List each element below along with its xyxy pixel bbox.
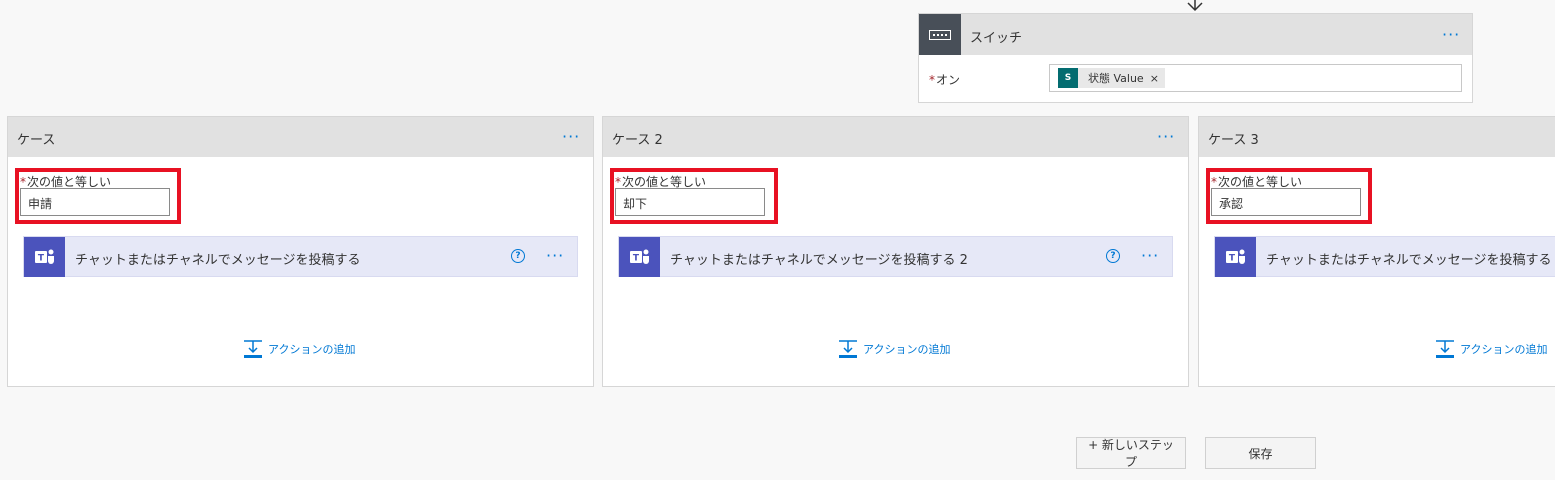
switch-header[interactable]: スイッチ ··· <box>919 14 1472 55</box>
case-title: ケース 2 <box>612 133 663 148</box>
token-label: 状態 Value <box>1088 72 1144 85</box>
teams-icon: T <box>24 237 65 277</box>
add-action-button[interactable]: アクションの追加 <box>838 339 950 359</box>
case-header[interactable]: ケース 2 ··· <box>603 117 1188 157</box>
teams-action-card[interactable]: T チャットまたはチャネルでメッセージを投稿する 2 ? ··· <box>618 236 1173 277</box>
switch-more-button[interactable]: ··· <box>1442 27 1460 43</box>
add-action-icon <box>244 340 262 358</box>
teams-action-card[interactable]: T チャットまたはチャネルでメッセージを投稿する ? ··· <box>23 236 578 277</box>
case-card-1[interactable]: ケース ··· *次の値と等しい 申請 T チャットまたはチャネルでメッセージを… <box>7 116 594 387</box>
switch-on-label-text: オン <box>936 73 961 87</box>
case-header[interactable]: ケース 3 <box>1199 117 1555 157</box>
required-marker: * <box>929 73 935 87</box>
switch-on-input[interactable]: S 状態 Value × <box>1049 64 1462 92</box>
case-title: ケース <box>17 133 56 148</box>
case-more-button[interactable]: ··· <box>562 129 580 145</box>
add-action-label: アクションの追加 <box>268 343 356 356</box>
action-more-button[interactable]: ··· <box>546 248 564 264</box>
add-action-button[interactable]: アクションの追加 <box>1435 339 1547 359</box>
teams-icon: T <box>619 237 660 277</box>
action-title: チャットまたはチャネルでメッセージを投稿する <box>75 253 361 268</box>
switch-on-label: *オン <box>929 71 960 88</box>
sharepoint-icon: S <box>1058 68 1078 88</box>
add-action-button[interactable]: アクションの追加 <box>243 339 355 359</box>
required-marker: * <box>20 175 26 189</box>
dynamic-token[interactable]: S 状態 Value × <box>1058 68 1165 88</box>
token-remove-button[interactable]: × <box>1150 72 1159 85</box>
new-step-button[interactable]: + 新しいステップ <box>1076 437 1186 469</box>
add-action-label: アクションの追加 <box>863 343 951 356</box>
case-more-button[interactable]: ··· <box>1157 129 1175 145</box>
case-card-3[interactable]: ケース 3 *次の値と等しい 承認 T チャットまたはチャネルでメッセージを投稿… <box>1198 116 1555 387</box>
add-action-icon <box>839 340 857 358</box>
svg-text:T: T <box>37 254 44 264</box>
add-action-label: アクションの追加 <box>1460 343 1548 356</box>
required-marker: * <box>1211 175 1217 189</box>
svg-text:T: T <box>632 254 639 264</box>
switch-title: スイッチ <box>970 31 1023 46</box>
case-title: ケース 3 <box>1208 133 1259 148</box>
help-icon[interactable]: ? <box>1106 249 1120 263</box>
switch-card[interactable]: スイッチ ··· *オン S 状態 Value × <box>918 13 1473 103</box>
teams-action-card[interactable]: T チャットまたはチャネルでメッセージを投稿する <box>1214 236 1555 277</box>
field-label-text: 次の値と等しい <box>1218 175 1303 189</box>
case-value-input[interactable]: 却下 <box>615 188 765 216</box>
help-icon[interactable]: ? <box>511 249 525 263</box>
field-label-text: 次の値と等しい <box>27 175 112 189</box>
add-action-icon <box>1436 340 1454 358</box>
case-value-input[interactable]: 申請 <box>20 188 170 216</box>
case-header[interactable]: ケース ··· <box>8 117 593 157</box>
teams-icon: T <box>1215 237 1256 277</box>
action-more-button[interactable]: ··· <box>1141 248 1159 264</box>
required-marker: * <box>615 175 621 189</box>
case-value-input[interactable]: 承認 <box>1211 188 1361 216</box>
switch-icon <box>919 14 961 55</box>
arrow-down-icon <box>1187 0 1203 12</box>
field-label-text: 次の値と等しい <box>622 175 707 189</box>
action-title: チャットまたはチャネルでメッセージを投稿する 2 <box>670 253 968 268</box>
save-button[interactable]: 保存 <box>1205 437 1316 469</box>
case-card-2[interactable]: ケース 2 ··· *次の値と等しい 却下 T チャットまたはチャネルでメッセー… <box>602 116 1189 387</box>
action-title: チャットまたはチャネルでメッセージを投稿する <box>1266 253 1552 268</box>
svg-text:T: T <box>1228 254 1235 264</box>
